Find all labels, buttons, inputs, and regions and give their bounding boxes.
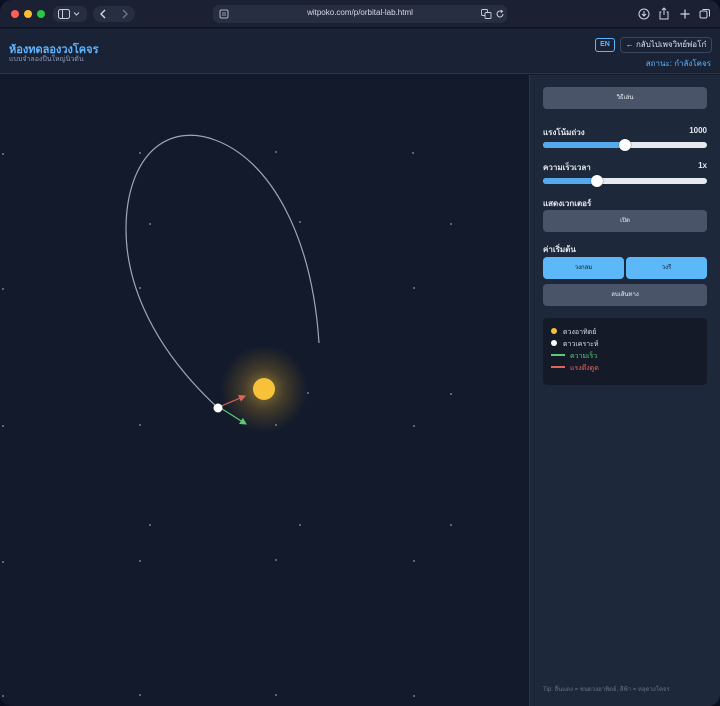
sidebar-toggle-button[interactable] [53,6,87,22]
time-speed-slider[interactable] [543,175,707,187]
vectors-toggle-button[interactable]: เปิด [543,210,707,232]
gravity-value: 1000 [689,126,707,135]
tab-overview-icon[interactable] [699,8,711,20]
planet[interactable] [213,403,223,413]
how-to-play-button[interactable]: วิธีเล่น [543,87,707,109]
legend-sun-label: ดวงอาทิตย์ [563,329,597,336]
address-bar[interactable]: witpoko.com/p/orbital-lab.html [213,5,507,23]
gravity-slider[interactable] [543,139,707,151]
browser-toolbar: witpoko.com/p/orbital-lab.html [0,0,720,28]
gravity-slider-thumb[interactable] [619,139,631,151]
tip-text: Tip: ลื่นแดง = ชนดวงอาทิตย์, สีฟ้า = หลุ… [543,687,670,693]
time-speed-slider-thumb[interactable] [591,175,604,187]
chevron-right-icon [122,9,128,19]
sun-dot-icon [551,328,557,334]
legend: ดวงอาทิตย์ ดาวเคราะห์ ความเร็ว แรงดึงดูด [543,318,707,385]
back-to-page-button[interactable]: ← กลับไปเพจวิทย์พ่อโก๋ [620,37,712,53]
time-speed-slider-fill [543,178,598,184]
starfield [2,151,452,697]
time-speed-label: ความเร็วเวลา [543,163,591,172]
url-text: witpoko.com/p/orbital-lab.html [307,8,413,17]
minimize-window-button[interactable] [24,10,32,18]
reload-icon[interactable] [495,9,505,19]
control-panel: วิธีเล่น แรงโน้มถ่วง 1000 ความเร็วเวลา 1… [529,75,720,706]
orbit-scene [2,134,452,697]
preset-ellipse-button[interactable]: วงรี [626,257,707,279]
sun [253,378,275,400]
simulation-canvas[interactable] [0,75,529,706]
navigation-buttons [93,6,135,22]
gravity-slider-fill [543,142,625,148]
vectors-label: แสดงเวกเตอร์ [543,199,592,208]
gravity-label: แรงโน้มถ่วง [543,128,585,137]
presets-label: ค่าเริ่มต้น [543,245,576,254]
new-tab-icon[interactable] [679,8,691,20]
page-subtitle: แบบจำลองปืนใหญ่นิวตัน [9,56,84,63]
legend-planet-label: ดาวเคราะห์ [563,341,599,348]
zoom-window-button[interactable] [37,10,45,18]
status-text: สถานะ: กำลังโคจร [645,59,711,68]
translate-icon[interactable] [481,9,492,19]
share-icon[interactable] [658,7,670,20]
sidebar-icon [58,9,80,19]
close-window-button[interactable] [11,10,19,18]
forward-button[interactable] [114,6,135,22]
download-icon[interactable] [638,8,650,20]
app-header: ห้องทดลองวงโคจร แบบจำลองปืนใหญ่นิวตัน EN… [0,29,720,74]
legend-velocity-label: ความเร็ว [570,353,598,360]
velocity-line-icon [551,354,565,356]
language-toggle-button[interactable]: EN [595,38,615,52]
planet-dot-icon [551,340,557,346]
browser-window: witpoko.com/p/orbital-lab.html ห้องทดลอง… [0,0,720,706]
legend-gravity-label: แรงดึงดูด [570,365,599,372]
preset-circle-button[interactable]: วงกลม [543,257,624,279]
clear-trail-button[interactable]: ลบเส้นทาง [543,284,707,306]
chevron-left-icon [100,9,106,19]
time-speed-value: 1x [698,161,707,170]
gravity-line-icon [551,366,565,368]
back-button[interactable] [93,6,114,22]
